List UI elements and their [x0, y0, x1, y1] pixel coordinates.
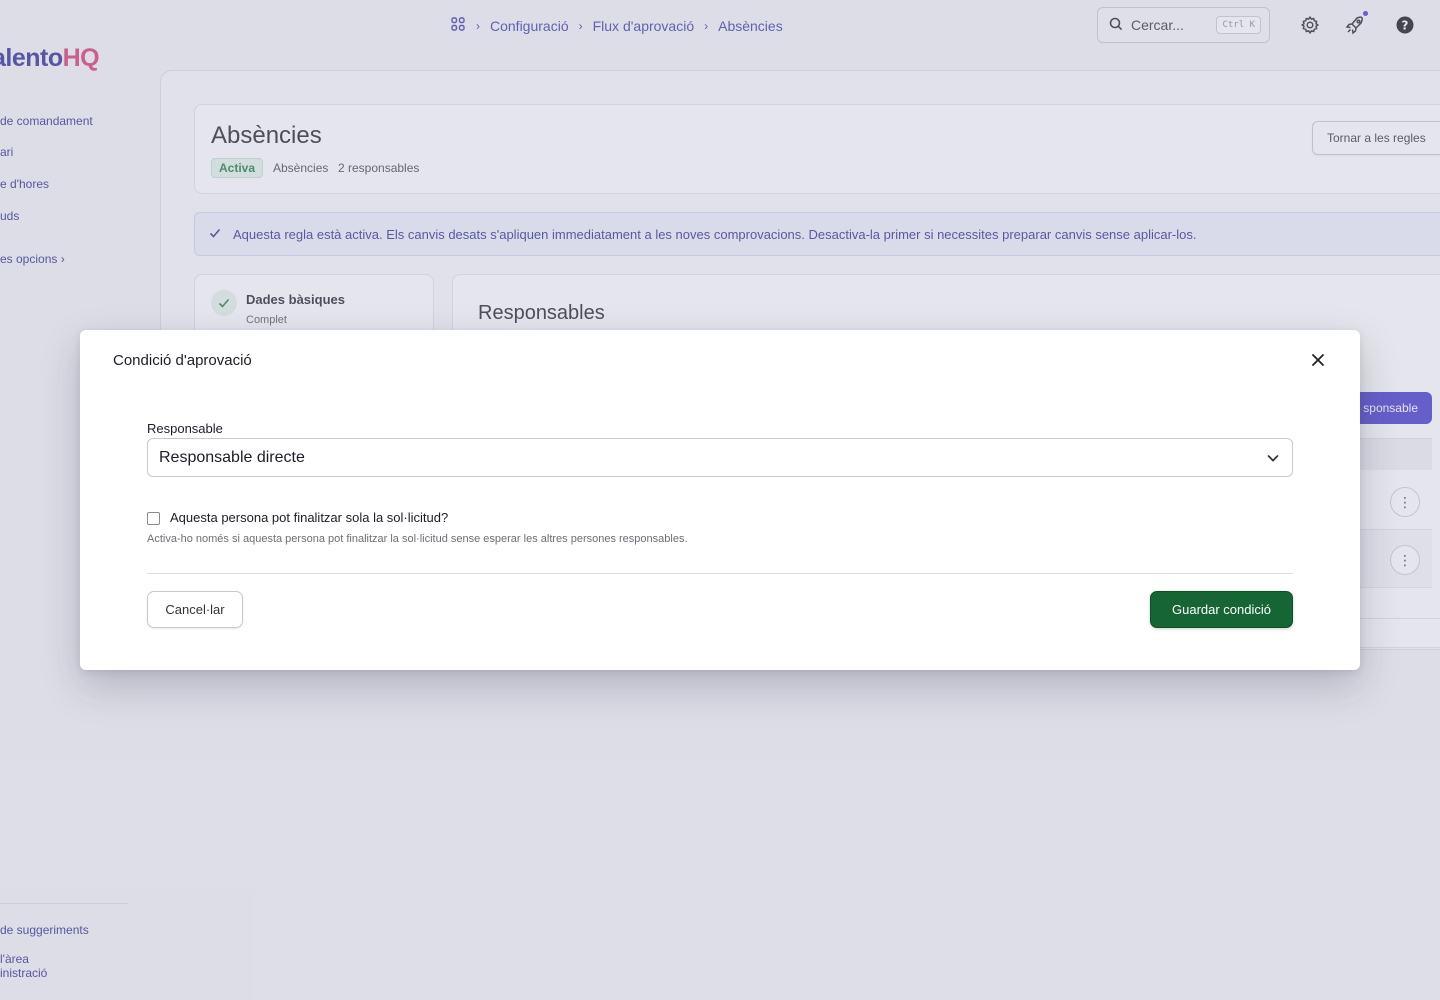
modal-title: Condició d'aprovació [113, 352, 252, 369]
finalize-alone-checkbox[interactable] [147, 512, 160, 525]
cancel-button[interactable]: Cancel·lar [147, 591, 243, 628]
approval-condition-modal: Condició d'aprovació Responsable Respons… [80, 330, 1360, 670]
finalize-alone-label[interactable]: Aquesta persona pot finalitzar sola la s… [170, 510, 448, 525]
chevron-down-icon [1266, 451, 1280, 465]
responsable-label: Responsable [147, 421, 223, 436]
responsable-select-value: Responsable directe [159, 448, 305, 466]
close-icon[interactable] [1308, 350, 1328, 370]
save-condition-button[interactable]: Guardar condició [1150, 591, 1293, 628]
modal-divider [147, 573, 1293, 574]
responsable-select[interactable]: Responsable directe [147, 438, 1293, 477]
finalize-alone-help: Activa-ho només si aquesta persona pot f… [147, 533, 688, 545]
